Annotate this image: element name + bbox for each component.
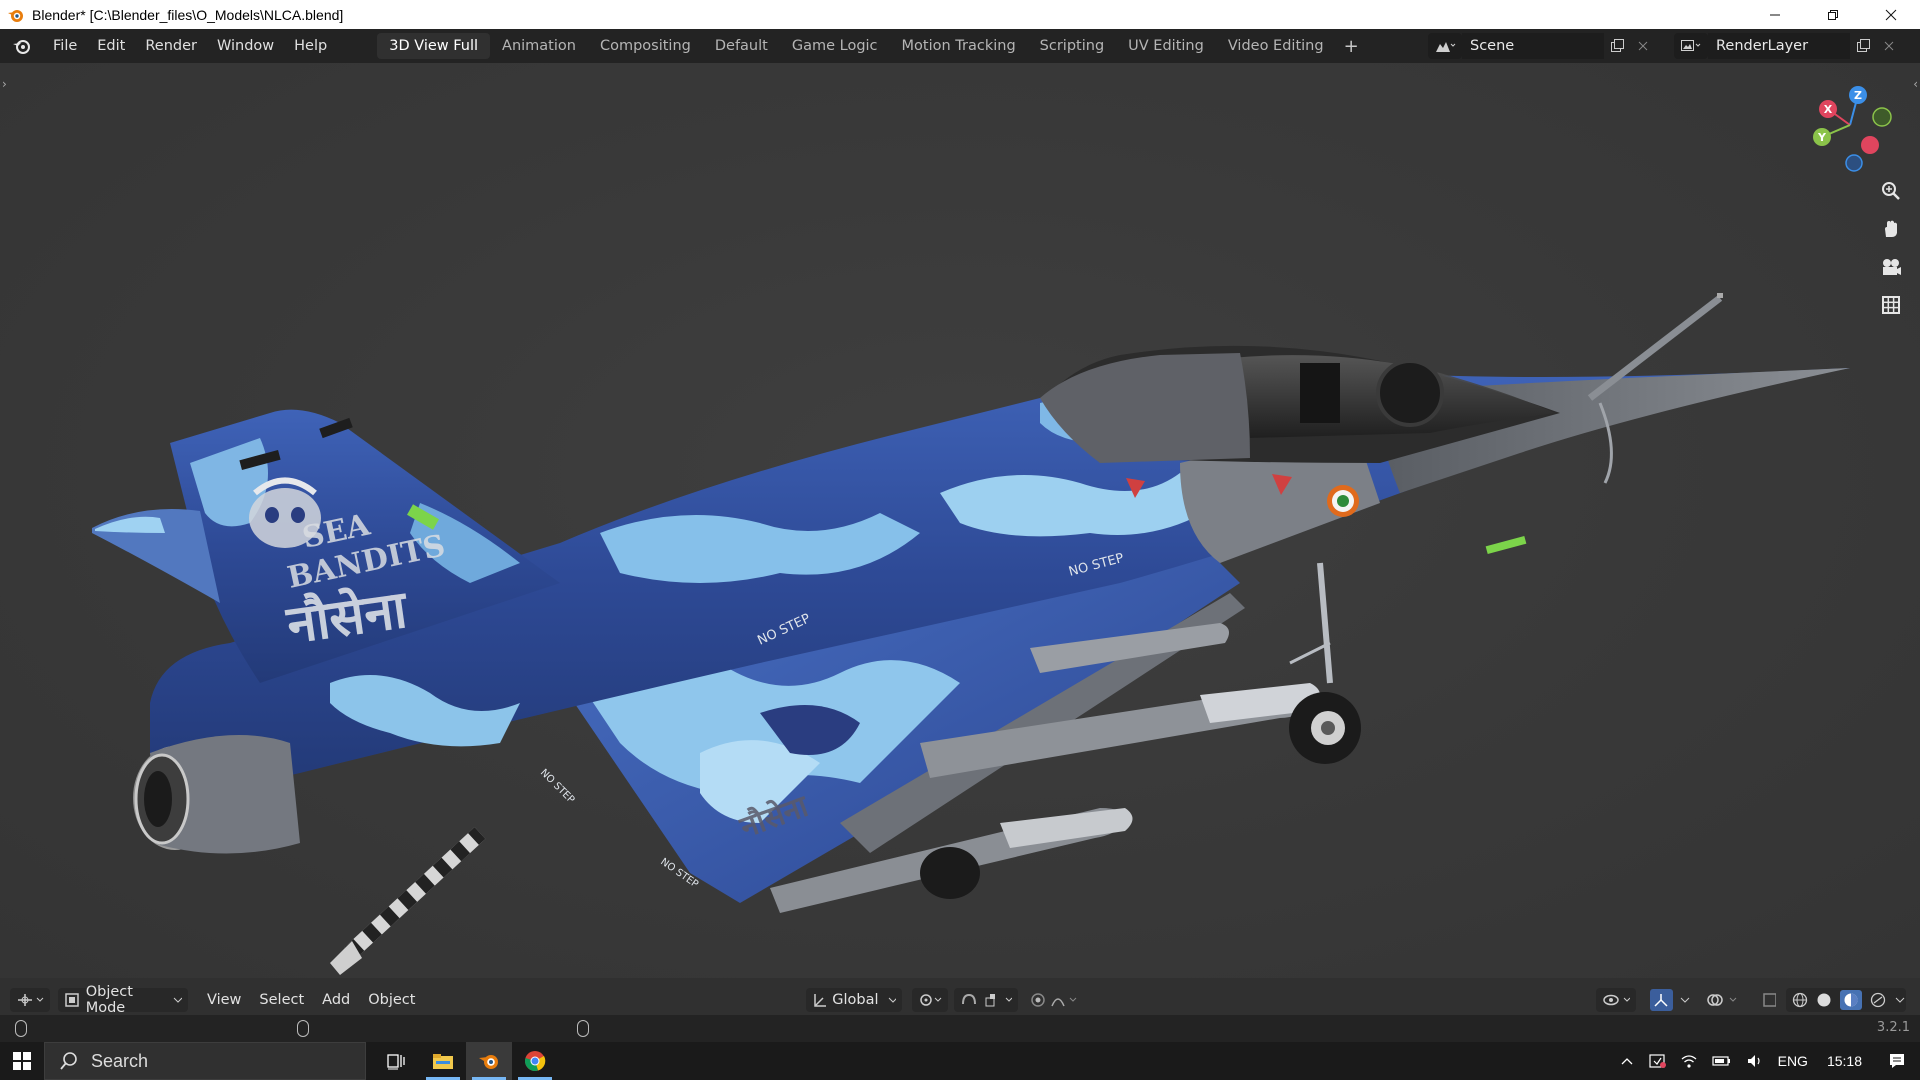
- workspace-tabs: 3D View Full Animation Compositing Defau…: [377, 29, 1366, 63]
- notifications-icon[interactable]: [1874, 1052, 1920, 1070]
- renderlayer-browse-button[interactable]: [1674, 33, 1708, 59]
- landing-gear: [1289, 562, 1361, 764]
- window-title: Blender* [C:\Blender_files\O_Models\NLCA…: [32, 6, 344, 23]
- windows-start-icon[interactable]: [0, 1042, 44, 1080]
- snapping-controls[interactable]: [954, 988, 1018, 1012]
- blender-version: 3.2.1: [1876, 1020, 1910, 1035]
- language-indicator[interactable]: ENG: [1771, 1053, 1815, 1069]
- tab-video-editing[interactable]: Video Editing: [1216, 33, 1336, 59]
- transform-orientation-label: Global: [832, 992, 879, 1008]
- show-hidden-icons-icon[interactable]: [1613, 1056, 1641, 1066]
- blender-taskbar-icon[interactable]: [466, 1042, 512, 1080]
- svg-text:Z: Z: [1854, 89, 1862, 102]
- minimize-icon[interactable]: [1746, 0, 1804, 29]
- file-explorer-icon[interactable]: [420, 1042, 466, 1080]
- ortho-grid-icon[interactable]: [1876, 290, 1906, 320]
- menu-window[interactable]: Window: [207, 29, 284, 63]
- blender-app-icon: [6, 5, 26, 25]
- volume-icon[interactable]: [1739, 1053, 1771, 1069]
- overlays-toggle[interactable]: [1700, 988, 1746, 1012]
- roundel: [1327, 485, 1359, 517]
- restore-icon[interactable]: [1804, 0, 1862, 29]
- tab-uv-editing[interactable]: UV Editing: [1116, 33, 1216, 59]
- wifi-icon[interactable]: [1673, 1053, 1705, 1069]
- status-bar: 3.2.1: [0, 1015, 1920, 1042]
- tab-motion-tracking[interactable]: Motion Tracking: [890, 33, 1028, 59]
- object-mode-label: Object Mode: [85, 984, 133, 1016]
- scene-selector: Scene: [1428, 33, 1656, 59]
- menu-object[interactable]: Object: [359, 992, 424, 1008]
- menu-view[interactable]: View: [198, 992, 250, 1008]
- delete-scene-icon[interactable]: [1630, 33, 1656, 59]
- 3d-viewport[interactable]: › ‹ SEA BANDITS नौसेना NO STEP NO STEP N…: [0, 63, 1920, 978]
- right-mouse-icon: [577, 1020, 589, 1037]
- left-mouse-icon: [15, 1020, 27, 1037]
- navigation-gizmo[interactable]: Z X Y: [1804, 77, 1900, 173]
- transform-orientation-dropdown[interactable]: Global: [806, 988, 902, 1012]
- tab-compositing[interactable]: Compositing: [588, 33, 703, 59]
- chrome-icon[interactable]: [512, 1042, 558, 1080]
- tab-scripting[interactable]: Scripting: [1028, 33, 1116, 59]
- tab-game-logic[interactable]: Game Logic: [780, 33, 890, 59]
- editor-type-button[interactable]: [10, 988, 50, 1012]
- blender-logo-icon[interactable]: [9, 33, 35, 59]
- menu-edit[interactable]: Edit: [87, 29, 135, 63]
- decal-no-step-3: NO STEP: [538, 767, 576, 805]
- search-placeholder: Search: [91, 1050, 149, 1071]
- xray-toggle[interactable]: [1756, 988, 1782, 1012]
- pan-hand-icon[interactable]: [1876, 214, 1906, 244]
- material-preview-shading-icon: [1840, 990, 1862, 1010]
- arrestor-hook: [330, 827, 486, 975]
- add-workspace-button[interactable]: +: [1336, 36, 1367, 57]
- new-renderlayer-icon[interactable]: [1850, 33, 1876, 59]
- search-icon: [60, 1052, 77, 1070]
- window-titlebar: Blender* [C:\Blender_files\O_Models\NLCA…: [0, 0, 1920, 29]
- rear-landing-gear: [920, 847, 980, 899]
- gizmo-toggle[interactable]: [1644, 988, 1698, 1012]
- engine-nozzle: [133, 735, 300, 854]
- tab-3d-view-full[interactable]: 3D View Full: [377, 33, 491, 59]
- proportional-editing-controls[interactable]: [1024, 988, 1088, 1012]
- viewport-header: Object Mode View Select Add Object Globa…: [0, 984, 1920, 1016]
- tab-default[interactable]: Default: [703, 33, 780, 59]
- pivot-point-dropdown[interactable]: [912, 988, 948, 1012]
- new-scene-icon[interactable]: [1604, 33, 1630, 59]
- menu-file[interactable]: File: [43, 29, 87, 63]
- menu-help[interactable]: Help: [284, 29, 337, 63]
- pilot-seat: [1376, 359, 1444, 427]
- menu-render[interactable]: Render: [135, 29, 207, 63]
- rendered-shading-icon: [1870, 992, 1886, 1008]
- visibility-selectability-dropdown[interactable]: [1596, 988, 1636, 1012]
- object-mode-dropdown[interactable]: Object Mode: [58, 984, 188, 1016]
- sync-status-icon[interactable]: [1641, 1052, 1673, 1070]
- zoom-icon[interactable]: [1876, 176, 1906, 206]
- menu-select[interactable]: Select: [250, 992, 313, 1008]
- renderlayer-selector: RenderLayer: [1674, 33, 1902, 59]
- battery-icon[interactable]: [1705, 1055, 1739, 1067]
- svg-text:Y: Y: [1817, 131, 1827, 144]
- camera-view-icon[interactable]: [1876, 252, 1906, 282]
- task-view-icon[interactable]: [374, 1042, 420, 1080]
- shading-modes[interactable]: [1786, 988, 1906, 1012]
- clock[interactable]: 15:18: [1815, 1053, 1874, 1069]
- aircraft-model[interactable]: SEA BANDITS नौसेना NO STEP NO STEP NO ST…: [0, 63, 1920, 978]
- navigation-tools: [1876, 176, 1906, 320]
- menu-add[interactable]: Add: [313, 992, 359, 1008]
- delete-renderlayer-icon[interactable]: [1876, 33, 1902, 59]
- taskbar-search-box[interactable]: Search: [44, 1042, 366, 1080]
- blender-topbar: File Edit Render Window Help 3D View Ful…: [0, 29, 1920, 63]
- solid-shading-icon: [1817, 993, 1831, 1007]
- wireframe-shading-icon: [1792, 992, 1808, 1008]
- windows-taskbar: Search ENG 15:18: [0, 1042, 1920, 1080]
- system-tray: ENG 15:18: [1613, 1042, 1920, 1080]
- renderlayer-name-field[interactable]: RenderLayer: [1708, 33, 1850, 59]
- scene-browse-button[interactable]: [1428, 33, 1462, 59]
- tab-animation[interactable]: Animation: [490, 33, 588, 59]
- scene-name-field[interactable]: Scene: [1462, 33, 1604, 59]
- svg-text:X: X: [1824, 103, 1833, 116]
- close-icon[interactable]: [1862, 0, 1920, 29]
- middle-mouse-icon: [297, 1020, 309, 1037]
